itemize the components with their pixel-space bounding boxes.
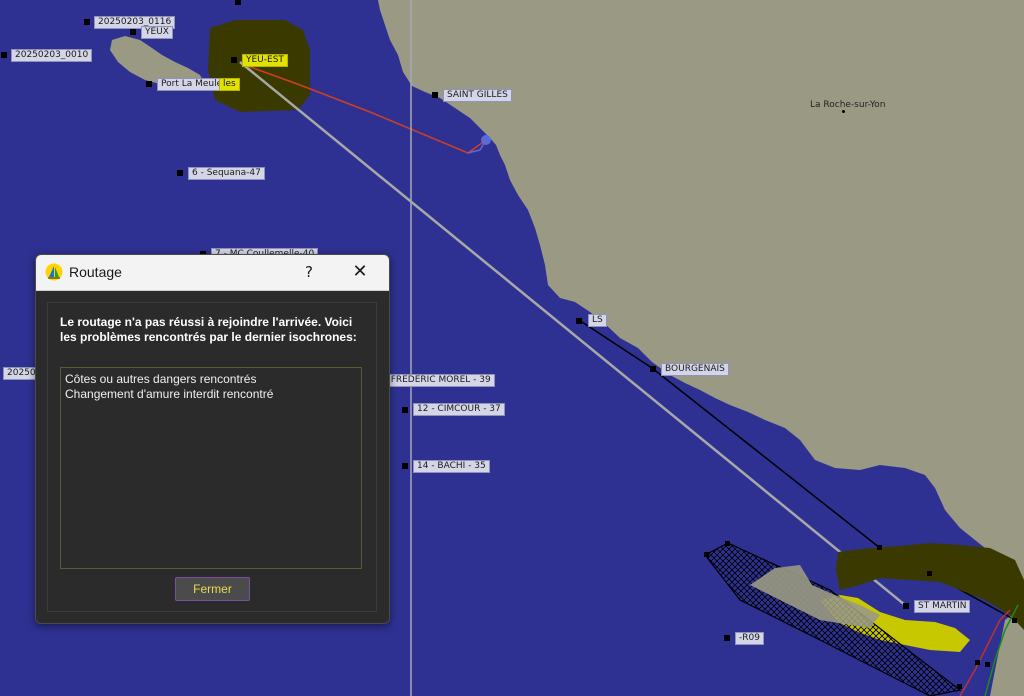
- marker-20250203-0116[interactable]: [84, 19, 90, 25]
- marker-south-5: [1012, 618, 1017, 623]
- marker-st-martin[interactable]: [903, 603, 909, 609]
- label-bourgenais: BOURGENAIS: [661, 363, 729, 376]
- label-la-roche: La Roche-sur-Yon: [810, 100, 886, 110]
- marker-south-6: [975, 660, 980, 665]
- marker-bourgenais[interactable]: [650, 366, 656, 372]
- problem-item: Changement d'amure interdit rencontré: [65, 387, 274, 401]
- label-yeu-est: YEU-EST: [242, 54, 288, 67]
- label-20250203-0010: 20250203_0010: [11, 49, 93, 62]
- label-st-martin: ST MARTIN: [914, 600, 971, 613]
- fermer-button[interactable]: Fermer: [175, 577, 250, 601]
- marker-saint-gilles[interactable]: [432, 92, 438, 98]
- close-button[interactable]: ✕: [348, 261, 372, 283]
- marker-20250203-0010[interactable]: [1, 52, 7, 58]
- label-port-la-meule-suffix: les: [219, 78, 240, 91]
- marker-south-8: [957, 684, 962, 689]
- dialog-body: Le routage n'a pas réussi à rejoindre l'…: [47, 302, 377, 612]
- marker-sequana[interactable]: [177, 170, 183, 176]
- label-saint-gilles: SAINT GILLES: [443, 89, 512, 102]
- marker-south-7: [985, 662, 990, 667]
- problem-item: Côtes ou autres dangers rencontrés: [65, 372, 257, 386]
- label-port-la-meule: Port La Meule: [157, 78, 227, 91]
- label-ls: LS: [588, 314, 607, 327]
- marker-port-la-meule[interactable]: [146, 81, 152, 87]
- marker-yeux[interactable]: [130, 29, 136, 35]
- label-frederic-morel: 1 - FREDERIC MOREL - 39: [372, 374, 495, 387]
- marker-bachi[interactable]: [402, 463, 408, 469]
- dialog-titlebar[interactable]: Routage ? ✕: [36, 255, 389, 291]
- label-r09: -R09: [735, 632, 764, 645]
- routage-dialog: Routage ? ✕ Le routage n'a pas réussi à …: [35, 254, 390, 624]
- marker-south-3: [877, 545, 882, 550]
- marker-top[interactable]: [235, 0, 241, 5]
- marker-cimcour[interactable]: [402, 407, 408, 413]
- label-bachi: 14 - BACHI - 35: [413, 460, 490, 473]
- app-sail-icon: [45, 263, 63, 281]
- help-button[interactable]: ?: [298, 261, 320, 283]
- dialog-title: Routage: [69, 264, 122, 280]
- problems-list[interactable]: Côtes ou autres dangers rencontrés Chang…: [60, 367, 362, 569]
- label-yeux: YEUX: [141, 26, 173, 39]
- marker-south-2: [725, 541, 730, 546]
- label-sequana: 6 - Sequana-47: [188, 167, 265, 180]
- label-cimcour: 12 - CIMCOUR - 37: [413, 403, 505, 416]
- marker-ls[interactable]: [576, 318, 582, 324]
- dialog-message: Le routage n'a pas réussi à rejoindre l'…: [60, 315, 357, 344]
- marker-south-1: [704, 552, 709, 557]
- marker-yeu-est[interactable]: [231, 57, 237, 63]
- route-waypoint: [481, 135, 491, 145]
- marker-r09[interactable]: [724, 635, 730, 641]
- marker-south-4: [927, 571, 932, 576]
